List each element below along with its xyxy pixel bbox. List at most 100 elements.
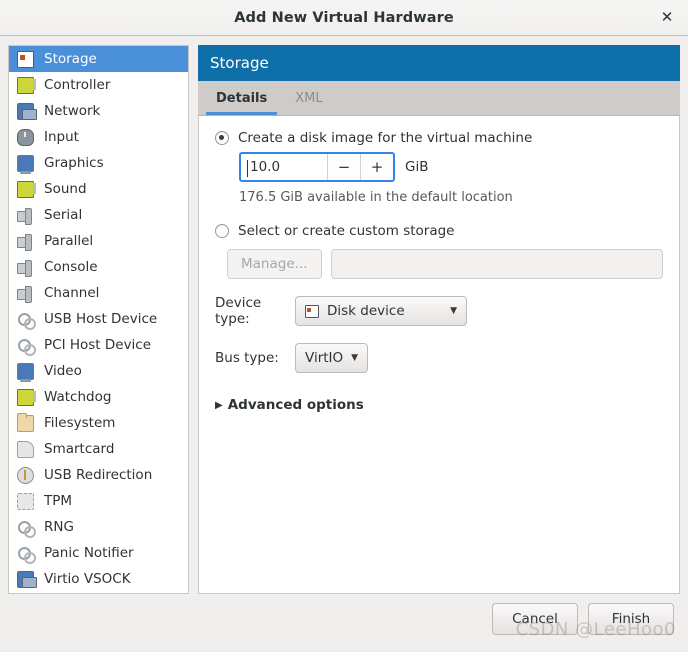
add-hardware-dialog: Add New Virtual Hardware ✕ Storage Contro… bbox=[0, 0, 688, 652]
sidebar-item-label: Console bbox=[44, 259, 98, 275]
radio-indicator-custom-storage[interactable] bbox=[215, 224, 229, 238]
sidebar-item-usb-redirection[interactable]: USB Redirection bbox=[9, 462, 188, 488]
tab-bar[interactable]: Details XML bbox=[198, 81, 680, 116]
bus-type-label: Bus type: bbox=[215, 350, 279, 366]
sidebar-item-label: TPM bbox=[44, 493, 73, 509]
sidebar-item-watchdog[interactable]: Watchdog bbox=[9, 384, 188, 410]
cancel-button[interactable]: Cancel bbox=[492, 603, 578, 635]
sidebar-item-storage[interactable]: Storage bbox=[9, 46, 188, 72]
storage-form: Create a disk image for the virtual mach… bbox=[198, 116, 680, 594]
dialog-body: Storage Controller Network Input Graphics Sou… bbox=[0, 37, 688, 594]
tab-label: XML bbox=[295, 90, 323, 106]
sidebar-item-label: Video bbox=[44, 363, 82, 379]
sidebar-item-tpm[interactable]: TPM bbox=[9, 488, 188, 514]
disk-size-row: 10.0 − + GiB bbox=[239, 152, 663, 182]
bus-type-value: VirtIO bbox=[305, 350, 344, 366]
panel-title: Storage bbox=[210, 54, 269, 72]
disk-size-decrement-button[interactable]: − bbox=[327, 154, 360, 180]
disk-size-spinner[interactable]: 10.0 − + bbox=[239, 152, 395, 182]
sidebar-item-label: Storage bbox=[44, 51, 97, 67]
bus-type-row: Bus type: VirtIO ▼ bbox=[215, 343, 663, 373]
usb-icon bbox=[17, 466, 34, 484]
manage-button[interactable]: Manage... bbox=[227, 249, 322, 279]
sidebar-item-panic-notifier[interactable]: Panic Notifier bbox=[9, 540, 188, 566]
device-type-row: Device type: Disk device ▼ bbox=[215, 295, 663, 327]
gears-icon bbox=[17, 311, 36, 330]
advanced-options-toggle[interactable]: ▶ Advanced options bbox=[215, 397, 663, 413]
custom-storage-row: Manage... bbox=[227, 249, 663, 279]
sidebar-item-label: USB Host Device bbox=[44, 311, 158, 327]
sidebar-item-usb-host-device[interactable]: USB Host Device bbox=[9, 306, 188, 332]
monitor-icon bbox=[17, 362, 34, 382]
sidebar-item-label: Input bbox=[44, 129, 79, 145]
sidebar-item-smartcard[interactable]: Smartcard bbox=[9, 436, 188, 462]
disk-icon bbox=[305, 304, 319, 318]
chevron-right-icon: ▶ bbox=[215, 399, 223, 411]
sidebar-item-label: Serial bbox=[44, 207, 83, 223]
advanced-options-label: Advanced options bbox=[227, 397, 364, 413]
hardware-category-list[interactable]: Storage Controller Network Input Graphics Sou… bbox=[8, 45, 189, 594]
sidebar-item-label: USB Redirection bbox=[44, 467, 153, 483]
card-icon bbox=[17, 180, 36, 198]
sidebar-item-label: Watchdog bbox=[44, 389, 112, 405]
chevron-down-icon: ▼ bbox=[351, 353, 359, 363]
sidebar-item-pci-host-device[interactable]: PCI Host Device bbox=[9, 332, 188, 358]
disk-size-increment-button[interactable]: + bbox=[360, 154, 393, 180]
sidebar-item-channel[interactable]: Channel bbox=[9, 280, 188, 306]
sidebar-item-label: Panic Notifier bbox=[44, 545, 134, 561]
monitor-icon bbox=[17, 154, 34, 174]
folder-icon bbox=[17, 412, 34, 432]
panel-header: Storage bbox=[198, 45, 680, 81]
sidebar-item-label: Sound bbox=[44, 181, 87, 197]
sidebar-item-label: Filesystem bbox=[44, 415, 116, 431]
tab-details[interactable]: Details bbox=[202, 81, 281, 115]
radio-label-create-disk: Create a disk image for the virtual mach… bbox=[238, 130, 533, 146]
sidebar-item-console[interactable]: Console bbox=[9, 254, 188, 280]
sidebar-item-label: PCI Host Device bbox=[44, 337, 152, 353]
sidebar-item-label: Network bbox=[44, 103, 101, 119]
mouse-icon bbox=[17, 128, 34, 146]
plug-icon bbox=[17, 233, 34, 251]
sidebar-item-label: Parallel bbox=[44, 233, 94, 249]
card-icon bbox=[17, 388, 36, 406]
sidebar-item-filesystem[interactable]: Filesystem bbox=[9, 410, 188, 436]
radio-create-disk-image[interactable]: Create a disk image for the virtual mach… bbox=[215, 130, 663, 146]
device-type-dropdown[interactable]: Disk device ▼ bbox=[295, 296, 467, 326]
chevron-down-icon: ▼ bbox=[450, 306, 457, 316]
custom-storage-path-input[interactable] bbox=[330, 249, 663, 279]
sidebar-item-network[interactable]: Network bbox=[9, 98, 188, 124]
sidebar-item-sound[interactable]: Sound bbox=[9, 176, 188, 202]
sidebar-item-video[interactable]: Video bbox=[9, 358, 188, 384]
plug-icon bbox=[17, 285, 34, 303]
device-type-value: Disk device bbox=[327, 303, 405, 319]
gears-icon bbox=[17, 545, 36, 564]
sidebar-item-graphics[interactable]: Graphics bbox=[9, 150, 188, 176]
disk-size-input[interactable]: 10.0 bbox=[241, 154, 327, 180]
plug-icon bbox=[17, 207, 34, 225]
available-space-hint: 176.5 GiB available in the default locat… bbox=[239, 190, 513, 205]
sidebar-item-input[interactable]: Input bbox=[9, 124, 188, 150]
tab-xml[interactable]: XML bbox=[281, 81, 336, 115]
sidebar-item-label: Controller bbox=[44, 77, 111, 93]
device-type-label: Device type: bbox=[215, 295, 262, 327]
finish-button[interactable]: Finish bbox=[588, 603, 674, 635]
sidebar-item-label: Virtio VSOCK bbox=[44, 571, 131, 587]
bus-type-dropdown[interactable]: VirtIO ▼ bbox=[295, 343, 369, 373]
plug-icon bbox=[17, 259, 34, 277]
network-icon bbox=[17, 102, 37, 120]
close-icon[interactable]: ✕ bbox=[654, 5, 680, 31]
network-icon bbox=[17, 570, 37, 588]
sidebar-item-controller[interactable]: Controller bbox=[9, 72, 188, 98]
smartcard-icon bbox=[17, 440, 34, 458]
sidebar-item-label: Graphics bbox=[44, 155, 104, 171]
sidebar-item-label: Channel bbox=[44, 285, 100, 301]
sidebar-item-virtio-vsock[interactable]: Virtio VSOCK bbox=[9, 566, 188, 592]
dialog-footer: Cancel Finish bbox=[0, 594, 688, 652]
radio-indicator-create-disk[interactable] bbox=[215, 131, 229, 145]
window-title: Add New Virtual Hardware bbox=[234, 9, 454, 26]
sidebar-item-serial[interactable]: Serial bbox=[9, 202, 188, 228]
sidebar-item-rng[interactable]: RNG bbox=[9, 514, 188, 540]
sidebar-item-parallel[interactable]: Parallel bbox=[9, 228, 188, 254]
radio-select-custom-storage[interactable]: Select or create custom storage bbox=[215, 223, 663, 239]
title-bar: Add New Virtual Hardware ✕ bbox=[0, 0, 688, 36]
